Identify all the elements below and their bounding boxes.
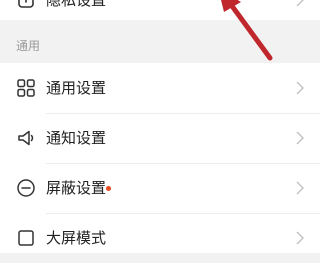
notification-dot	[106, 186, 111, 191]
section-header-general: 通用	[16, 39, 41, 53]
general-settings-item[interactable]: 通用设置	[0, 63, 320, 113]
large-screen-mode-item[interactable]: 大屏模式	[0, 213, 320, 263]
speaker-icon	[16, 128, 36, 148]
general-card: 通用设置 通知设置 屏蔽设置 大屏模式	[0, 63, 320, 253]
chevron-right-icon	[296, 231, 304, 245]
chevron-right-icon	[296, 131, 304, 145]
privacy-card: 隐私设置	[0, 0, 320, 20]
notification-settings-item[interactable]: 通知设置	[0, 113, 320, 163]
chevron-right-icon	[296, 81, 304, 95]
privacy-settings-item[interactable]: 隐私设置	[0, 0, 320, 25]
chevron-right-icon	[296, 0, 304, 7]
large-screen-mode-label: 大屏模式	[46, 229, 107, 247]
square-icon	[16, 228, 36, 248]
chevron-right-icon	[296, 181, 304, 195]
notification-settings-label: 通知设置	[46, 129, 107, 147]
privacy-settings-label: 隐私设置	[46, 0, 107, 9]
block-settings-label: 屏蔽设置	[46, 179, 107, 197]
grid-icon	[16, 78, 36, 98]
general-settings-label: 通用设置	[46, 79, 107, 97]
block-settings-item[interactable]: 屏蔽设置	[0, 163, 320, 213]
minus-circle-icon	[16, 178, 36, 198]
lock-icon	[16, 0, 36, 10]
